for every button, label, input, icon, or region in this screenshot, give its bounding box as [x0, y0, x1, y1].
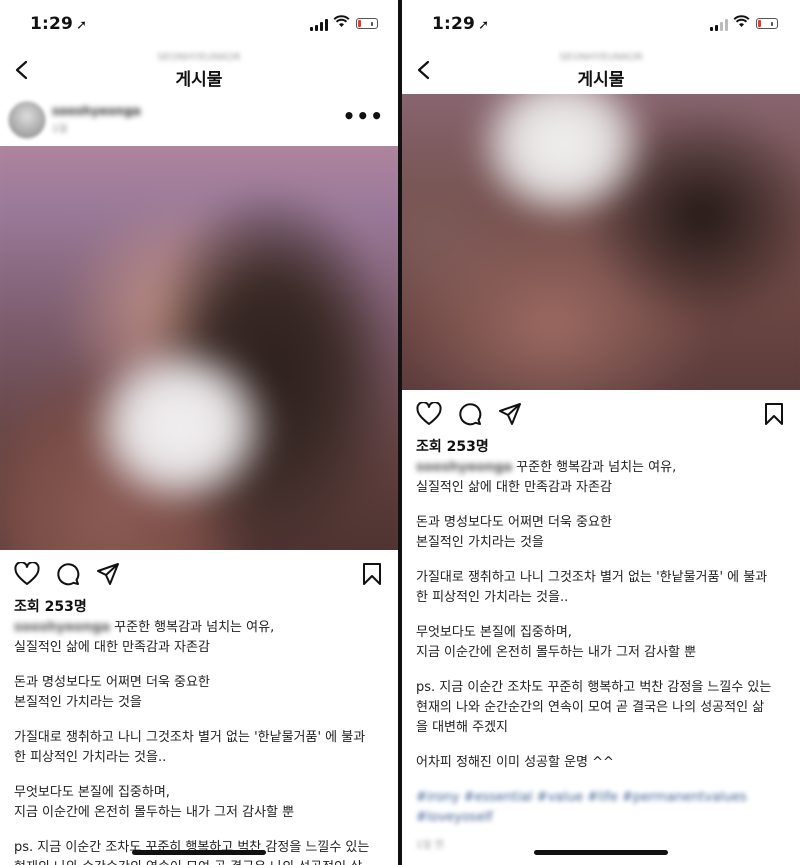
screenshot-comparison: 1:29 ➚ SEONHYEUNKOR 게시물 sooshyeonga 1일 ••…: [0, 0, 800, 865]
signal-icon: [310, 18, 328, 31]
home-indicator[interactable]: [534, 850, 668, 855]
more-icon[interactable]: •••: [343, 104, 384, 128]
nav-header: SEONHYEUNKOR 게시물: [402, 48, 800, 94]
caption-username[interactable]: sooshyeonga: [416, 458, 512, 478]
post-caption: sooshyeonga 꾸준한 행복감과 넘치는 여유, 실질적인 삶에 대한 만…: [416, 458, 788, 856]
share-icon[interactable]: [96, 562, 120, 586]
view-count[interactable]: 조회 253명: [14, 596, 87, 616]
right-screen: 1:29 ➚ SEONHYEUNKOR 게시물 조회 253명 sooshyeo…: [402, 0, 800, 865]
post-caption: sooshyeonga 꾸준한 행복감과 넘치는 여유, 실질적인 삶에 대한 만…: [14, 618, 370, 865]
wifi-icon: [333, 15, 350, 27]
comment-icon[interactable]: [458, 402, 482, 426]
comment-icon[interactable]: [56, 562, 80, 586]
nav-header: SEONHYEUNKOR 게시물: [0, 48, 398, 94]
bookmark-icon[interactable]: [361, 562, 383, 586]
heart-icon[interactable]: [14, 562, 40, 586]
post-subtitle: 1일: [52, 124, 68, 135]
view-count[interactable]: 조회 253명: [416, 436, 489, 456]
page-title: 게시물: [577, 70, 625, 90]
location-arrow-icon: ➚: [76, 18, 88, 33]
post-username[interactable]: sooshyeonga: [52, 104, 141, 118]
action-bar: [0, 556, 398, 592]
post-header: sooshyeonga 1일 •••: [0, 96, 398, 146]
location-arrow-icon: ➚: [478, 18, 490, 33]
post-image[interactable]: [0, 146, 398, 550]
status-time: 1:29 ➚: [432, 14, 490, 34]
page-title: 게시물: [175, 70, 223, 90]
home-indicator[interactable]: [132, 850, 266, 855]
action-bar: [402, 396, 800, 432]
status-bar: 1:29 ➚: [402, 0, 800, 48]
header-subtitle: SEONHYEUNKOR: [559, 52, 643, 63]
status-time: 1:29 ➚: [30, 14, 88, 34]
hashtags[interactable]: #irony #essential #value #life #permanen…: [416, 788, 788, 828]
caption-username[interactable]: sooshyeonga: [14, 618, 110, 638]
post-image[interactable]: [402, 94, 800, 390]
left-screen: 1:29 ➚ SEONHYEUNKOR 게시물 sooshyeonga 1일 ••…: [0, 0, 398, 865]
header-subtitle: SEONHYEUNKOR: [157, 52, 241, 63]
signal-icon: [710, 18, 728, 31]
heart-icon[interactable]: [416, 402, 442, 426]
status-bar: 1:29 ➚: [0, 0, 398, 48]
battery-icon: [356, 18, 378, 29]
bookmark-icon[interactable]: [763, 402, 785, 426]
wifi-icon: [733, 15, 750, 27]
battery-icon: [756, 18, 778, 29]
avatar[interactable]: [8, 101, 46, 139]
share-icon[interactable]: [498, 402, 522, 426]
